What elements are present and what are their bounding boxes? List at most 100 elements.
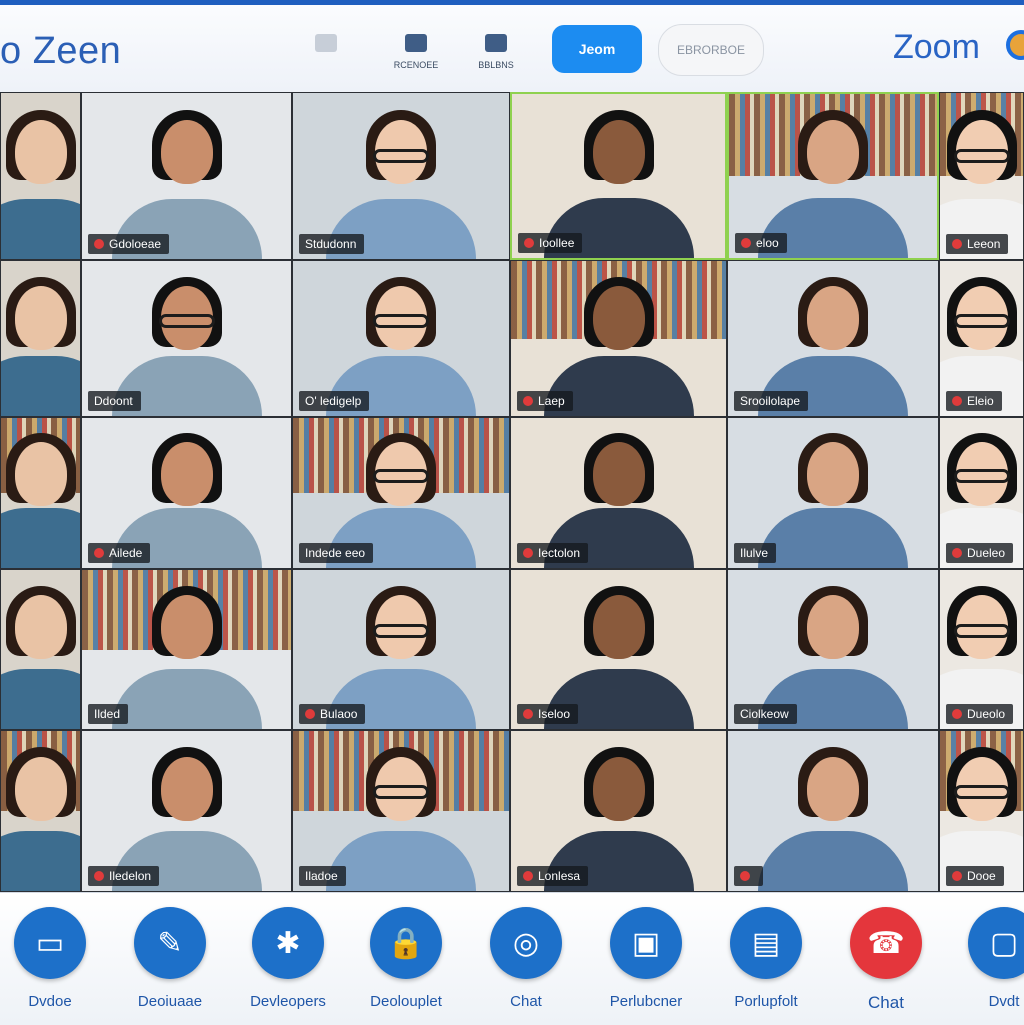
participant-tile[interactable] xyxy=(0,730,81,892)
participant-tile[interactable] xyxy=(0,260,81,417)
control-lock-button[interactable]: 🔒 Deolouplet xyxy=(346,907,466,1010)
participant-tile[interactable]: Leeon xyxy=(939,92,1024,260)
glasses xyxy=(953,469,1010,483)
participant-tile[interactable]: Srooilolape xyxy=(727,260,939,417)
zoom-logo-icon xyxy=(1006,30,1024,60)
participant-tile[interactable]: Dueleo xyxy=(939,417,1024,569)
participant-tile[interactable]: Ilded xyxy=(81,569,292,730)
participant-tile[interactable]: O' ledigelp xyxy=(292,260,510,417)
participant-face xyxy=(807,285,859,350)
participant-name: Eleio xyxy=(967,394,994,408)
participant-name: Laep xyxy=(538,394,565,408)
participant-name: Iledelon xyxy=(109,869,152,883)
app-title: o Zeen xyxy=(0,30,122,72)
participant-tile[interactable]: Eleio xyxy=(939,260,1024,417)
participant-name: eloo xyxy=(756,236,779,250)
participant-tile[interactable] xyxy=(0,417,81,569)
participant-name-tag: Srooilolape xyxy=(734,391,809,411)
participant-tile[interactable] xyxy=(0,569,81,730)
participant-name-tag: Leeon xyxy=(946,234,1009,254)
control-label: Porlupfolt xyxy=(734,993,798,1010)
participant-tile[interactable]: Ailede xyxy=(81,417,292,569)
participant-name: Gdoloeae xyxy=(109,237,162,251)
control-more-button[interactable]: ▢ Dvdt xyxy=(944,907,1024,1010)
participant-tile[interactable]: Ddoont xyxy=(81,260,292,417)
participant-name-tag: Ailede xyxy=(88,543,151,563)
lock-icon: 🔒 xyxy=(370,907,442,979)
participant-face xyxy=(807,756,859,821)
participant-face xyxy=(14,595,67,660)
control-label: Dvdoe xyxy=(28,993,72,1010)
participant-tile[interactable]: Ciolkeow xyxy=(727,569,939,730)
glasses xyxy=(953,785,1010,800)
participant-tile[interactable]: Iseloo xyxy=(510,569,727,730)
participant-tile[interactable]: Indede eeo xyxy=(292,417,510,569)
glasses xyxy=(373,785,429,800)
resources-button-label: RCENOEE xyxy=(393,60,439,70)
control-chat-button[interactable]: ◎ Chat xyxy=(466,907,586,1010)
participant-name: Ciolkeow xyxy=(740,707,789,721)
participant-name-tag: Ilulve xyxy=(734,543,777,563)
video-icon: ▭ xyxy=(14,907,86,979)
control-mic-button[interactable]: ✎ Deoiuaae xyxy=(110,907,230,1010)
participant-tile[interactable]: Stdudonn xyxy=(292,92,510,260)
participant-tile[interactable]: Bulaoo xyxy=(292,569,510,730)
participant-tile[interactable] xyxy=(727,730,939,892)
control-participants-button[interactable]: ▤ Porlupfolt xyxy=(706,907,826,1010)
control-label: Chat xyxy=(868,993,904,1012)
participant-face xyxy=(160,442,213,506)
participant-name: Stdudonn xyxy=(305,237,357,251)
mic-muted-icon xyxy=(94,239,104,249)
participant-tile[interactable]: eloo xyxy=(727,92,939,260)
control-end-call-button[interactable]: ☎ Chat xyxy=(826,907,946,1013)
participant-name-tag: Iectolon xyxy=(517,543,589,563)
primary-button[interactable]: Jeom xyxy=(552,25,642,73)
control-share-screen-button[interactable]: ▣ Perlubcner xyxy=(586,907,706,1010)
secondary-button[interactable]: EBRORBOE xyxy=(658,24,764,76)
more-icon: ▢ xyxy=(968,907,1024,979)
glasses xyxy=(953,149,1010,164)
mic-muted-icon xyxy=(952,548,962,558)
mic-muted-icon xyxy=(952,871,962,881)
participant-tile[interactable]: Lonlesa xyxy=(510,730,727,892)
participant-name-tag: Ioollee xyxy=(518,233,583,253)
participant-name-tag: Dueolo xyxy=(946,704,1014,724)
mic-muted-icon xyxy=(952,239,962,249)
participant-face xyxy=(14,285,67,350)
participant-tile[interactable]: Gdoloeae xyxy=(81,92,292,260)
participant-name-tag xyxy=(734,866,763,886)
share-screen-icon: ▣ xyxy=(610,907,682,979)
book-icon xyxy=(405,34,427,52)
participant-tile[interactable] xyxy=(0,92,81,260)
participant-face xyxy=(592,442,645,506)
control-video-button[interactable]: ▭ Dvdoe xyxy=(0,907,110,1010)
participant-name: Ilded xyxy=(94,707,121,721)
control-label: Deolouplet xyxy=(370,993,442,1010)
participant-name-tag: Bulaoo xyxy=(299,704,366,724)
mic-muted-icon xyxy=(523,548,533,558)
participant-name: Ddoont xyxy=(94,394,133,408)
mic-muted-icon xyxy=(524,238,534,248)
control-label: Deoiuaae xyxy=(137,993,203,1010)
participant-face xyxy=(14,756,67,821)
participant-name: Leeon xyxy=(967,237,1001,251)
participant-name: Iseloo xyxy=(538,707,571,721)
participant-name: Dueolo xyxy=(967,707,1006,721)
participant-tile[interactable]: Laep xyxy=(510,260,727,417)
participant-name: Ailede xyxy=(109,546,143,560)
participant-name: Ilulve xyxy=(740,546,769,560)
participant-tile[interactable]: Dooe xyxy=(939,730,1024,892)
participant-tile[interactable]: Ilulve xyxy=(727,417,939,569)
people-button-label: BBLBNS xyxy=(478,60,514,70)
participant-tile[interactable]: Dueolo xyxy=(939,569,1024,730)
people-button[interactable]: BBLBNS xyxy=(466,34,526,70)
control-puzzle-button[interactable]: ✱ Devleopers xyxy=(228,907,348,1010)
control-label: Chat xyxy=(510,993,542,1010)
participant-tile[interactable]: Ioollee xyxy=(510,92,727,260)
participant-tile[interactable]: Iectolon xyxy=(510,417,727,569)
participant-tile[interactable]: Iladoe xyxy=(292,730,510,892)
resources-button[interactable]: RCENOEE xyxy=(386,34,446,70)
window-button[interactable] xyxy=(296,34,356,60)
participant-tile[interactable]: Iledelon xyxy=(81,730,292,892)
participant-name-tag: Iseloo xyxy=(517,704,579,724)
